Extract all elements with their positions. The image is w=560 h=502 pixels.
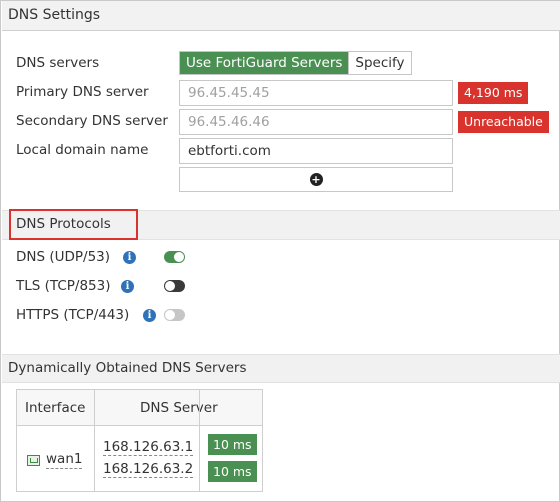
dns-server-ip[interactable]: 168.126.63.1 bbox=[103, 440, 194, 456]
column-header-dns-server: DNS Server bbox=[140, 400, 218, 416]
dns-protocols-highlight: DNS Protocols bbox=[9, 209, 138, 240]
protocol-label-tls: TLS (TCP/853) bbox=[16, 278, 111, 294]
latency-badge: 10 ms bbox=[208, 434, 257, 455]
add-domain-button[interactable]: + bbox=[179, 167, 453, 192]
tls-tcp-toggle[interactable] bbox=[164, 280, 185, 292]
dns-servers-toggle: Use FortiGuard Servers Specify bbox=[179, 51, 412, 75]
interface-cell[interactable]: wan1 bbox=[27, 451, 83, 469]
protocol-label-https: HTTPS (TCP/443) bbox=[16, 307, 130, 323]
secondary-dns-label: Secondary DNS server bbox=[16, 113, 168, 129]
dns-udp-toggle[interactable] bbox=[164, 251, 185, 263]
local-domain-label: Local domain name bbox=[16, 142, 149, 158]
interface-name[interactable]: wan1 bbox=[46, 451, 83, 469]
dns-settings-panel: DNS Settings DNS servers Use FortiGuard … bbox=[0, 0, 560, 502]
primary-dns-field[interactable]: 96.45.45.45 bbox=[179, 80, 453, 106]
https-tcp-toggle[interactable] bbox=[164, 309, 185, 321]
info-icon[interactable]: i bbox=[123, 251, 136, 264]
table-header-row: Interface DNS Server bbox=[17, 390, 262, 426]
dns-settings-title: DNS Settings bbox=[8, 7, 101, 23]
dns-settings-header: DNS Settings bbox=[2, 1, 560, 31]
dns-server-ip[interactable]: 168.126.63.2 bbox=[103, 462, 194, 478]
network-port-icon bbox=[27, 454, 40, 466]
local-domain-field[interactable]: ebtforti.com bbox=[179, 138, 453, 164]
specify-button[interactable]: Specify bbox=[348, 52, 411, 74]
dns-servers-label: DNS servers bbox=[16, 55, 100, 71]
protocol-label-dns: DNS (UDP/53) bbox=[16, 249, 111, 265]
dynamic-dns-table: Interface DNS Server wan1 168.126.63.1 1… bbox=[16, 389, 263, 492]
column-header-interface: Interface bbox=[25, 400, 86, 416]
dynamic-dns-title: Dynamically Obtained DNS Servers bbox=[8, 360, 247, 376]
dns-protocols-title: DNS Protocols bbox=[16, 216, 111, 232]
plus-circle-icon: + bbox=[309, 173, 323, 186]
latency-badge: 10 ms bbox=[208, 461, 257, 482]
secondary-dns-status-badge: Unreachable bbox=[458, 111, 549, 133]
info-icon[interactable]: i bbox=[143, 309, 156, 322]
info-icon[interactable]: i bbox=[121, 280, 134, 293]
primary-dns-label: Primary DNS server bbox=[16, 84, 149, 100]
use-fortiguard-button[interactable]: Use FortiGuard Servers bbox=[180, 52, 349, 74]
primary-dns-status-badge: 4,190 ms bbox=[458, 82, 529, 104]
secondary-dns-field[interactable]: 96.45.46.46 bbox=[179, 109, 453, 135]
dynamic-dns-header: Dynamically Obtained DNS Servers bbox=[2, 354, 560, 383]
